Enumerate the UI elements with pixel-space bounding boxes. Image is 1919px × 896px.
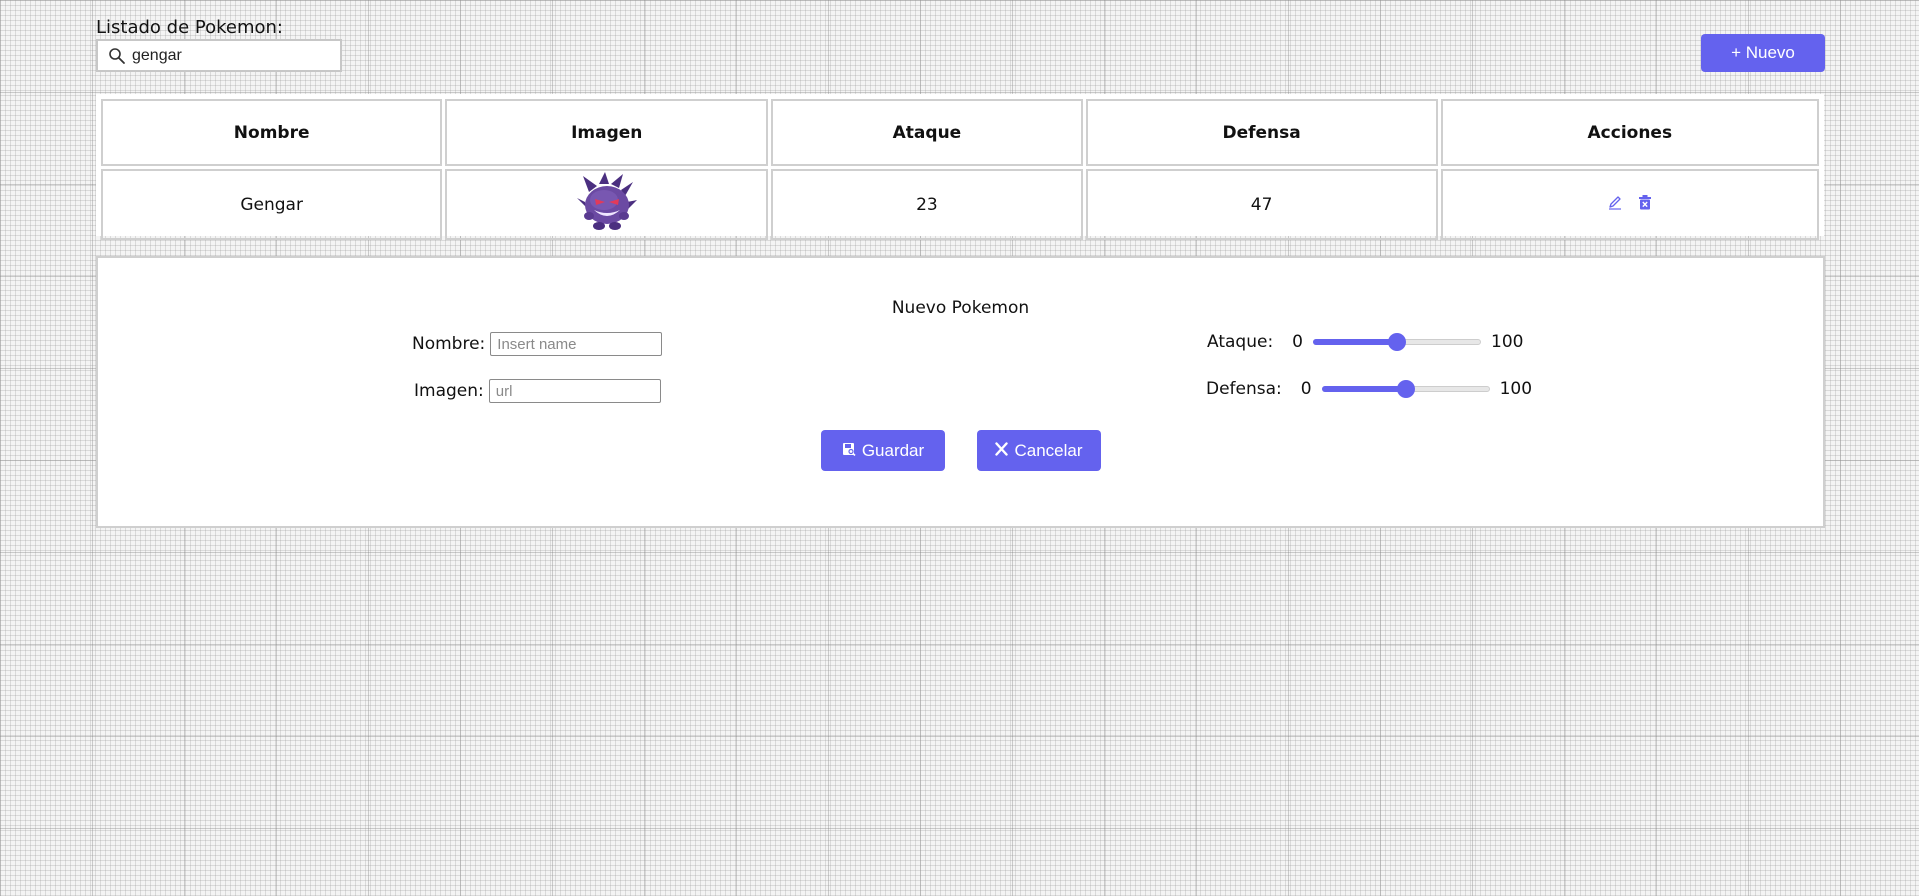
column-header-defense: Defensa bbox=[1085, 99, 1438, 166]
save-button[interactable]: Guardar bbox=[821, 430, 945, 471]
cell-defense: 47 bbox=[1085, 169, 1438, 240]
column-header-image: Imagen bbox=[445, 99, 769, 166]
new-pokemon-form: Nuevo Pokemon Nombre: Imagen: Ataque: 0 … bbox=[96, 256, 1825, 528]
close-icon bbox=[995, 441, 1009, 461]
search-input[interactable] bbox=[132, 46, 332, 65]
attack-max: 100 bbox=[1491, 332, 1524, 352]
save-icon bbox=[842, 441, 856, 461]
column-header-name: Nombre bbox=[101, 99, 443, 166]
image-field: Imagen: bbox=[414, 379, 661, 403]
column-header-actions: Acciones bbox=[1440, 99, 1819, 166]
image-url-input[interactable] bbox=[488, 379, 661, 403]
attack-field: Ataque: 0 100 bbox=[1207, 332, 1523, 352]
pokemon-image bbox=[576, 172, 637, 230]
pokemon-table: Nombre Imagen Ataque Defensa Acciones Ge… bbox=[98, 96, 1822, 243]
defense-slider-thumb[interactable] bbox=[1396, 380, 1415, 398]
defense-slider[interactable] bbox=[1321, 379, 1490, 399]
defense-max: 100 bbox=[1499, 379, 1533, 399]
cell-image bbox=[445, 169, 769, 240]
attack-slider-thumb[interactable] bbox=[1388, 333, 1406, 351]
cell-attack: 23 bbox=[771, 169, 1083, 240]
cancel-label: Cancelar bbox=[1014, 440, 1083, 460]
column-header-attack: Ataque bbox=[771, 99, 1083, 166]
table-row: Gengar 23 47 bbox=[101, 169, 1819, 240]
save-label: Guardar bbox=[861, 440, 925, 460]
form-title: Nuevo Pokemon bbox=[891, 298, 1030, 318]
pokemon-table-container: Nombre Imagen Ataque Defensa Acciones Ge… bbox=[96, 94, 1824, 240]
attack-label: Ataque: bbox=[1207, 332, 1274, 352]
search-box[interactable] bbox=[96, 39, 342, 72]
pencil-icon[interactable] bbox=[1607, 194, 1623, 215]
table-header-row: Nombre Imagen Ataque Defensa Acciones bbox=[101, 99, 1819, 166]
new-pokemon-label: + Nuevo bbox=[1731, 43, 1795, 62]
name-input[interactable] bbox=[490, 332, 663, 356]
cell-actions bbox=[1440, 169, 1819, 240]
defense-min: 0 bbox=[1300, 379, 1312, 399]
defense-field: Defensa: 0 100 bbox=[1206, 379, 1532, 399]
cell-name: Gengar bbox=[101, 169, 443, 240]
name-label: Nombre: bbox=[412, 334, 486, 354]
attack-min: 0 bbox=[1292, 332, 1303, 352]
new-pokemon-button[interactable]: + Nuevo bbox=[1701, 34, 1825, 72]
list-label: Listado de Pokemon: bbox=[96, 17, 283, 38]
name-field: Nombre: bbox=[412, 332, 663, 356]
cancel-button[interactable]: Cancelar bbox=[977, 430, 1101, 471]
trash-icon[interactable] bbox=[1637, 194, 1653, 215]
defense-slider-fill bbox=[1321, 386, 1406, 392]
image-label: Imagen: bbox=[414, 381, 484, 401]
attack-slider[interactable] bbox=[1313, 332, 1481, 352]
attack-slider-fill bbox=[1313, 339, 1397, 345]
search-icon bbox=[102, 41, 132, 71]
defense-label: Defensa: bbox=[1206, 379, 1282, 399]
